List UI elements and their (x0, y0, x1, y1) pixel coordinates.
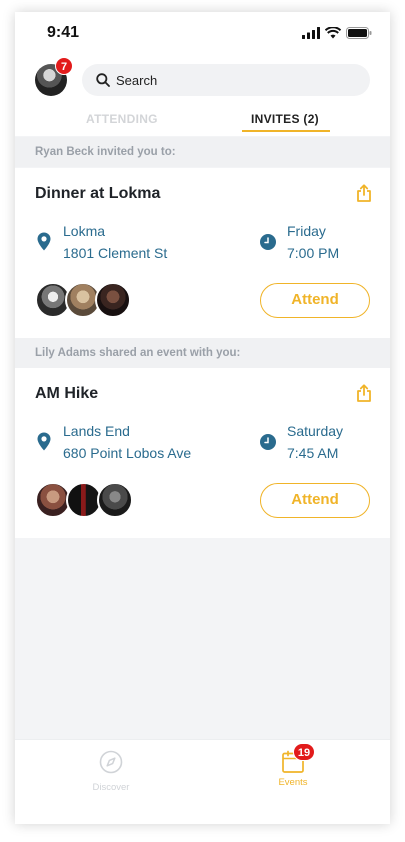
attend-button[interactable]: Attend (260, 483, 370, 518)
avatar (97, 482, 133, 518)
nav-discover-label: Discover (92, 782, 130, 793)
tab-bar: ATTENDING INVITES (2) (15, 108, 390, 136)
location-pin-icon (37, 232, 51, 251)
profile-avatar[interactable]: 7 (35, 57, 73, 96)
event-day: Saturday (287, 423, 344, 439)
header: 7 Search ATTENDING INVITES (2) (15, 56, 390, 136)
events-badge: 19 (293, 743, 315, 761)
wifi-icon (325, 27, 341, 39)
notification-badge: 7 (55, 57, 73, 75)
calendar-icon-wrap: 19 (281, 743, 315, 774)
tab-invites[interactable]: INVITES (2) (251, 112, 319, 126)
attendee-avatars[interactable] (35, 282, 175, 318)
event-day: Friday (287, 223, 326, 239)
event-address[interactable]: 680 Point Lobos Ave (63, 445, 191, 461)
attendee-avatars[interactable] (35, 482, 175, 518)
event-address[interactable]: 1801 Clement St (63, 245, 167, 261)
event-time: 7:00 PM (287, 245, 340, 261)
event-time: 7:45 AM (287, 445, 339, 461)
attend-button[interactable]: Attend (260, 283, 370, 318)
nav-events[interactable]: 19 Events (253, 743, 333, 788)
share-icon[interactable] (356, 184, 372, 202)
nav-discover[interactable]: Discover (71, 750, 151, 793)
status-icons (302, 27, 372, 39)
status-time: 9:41 (47, 24, 80, 41)
bottom-nav: Discover 19 Events (15, 739, 390, 824)
phone-screen: 9:41 7 Search ATTENDING INVITES (2) Ryan… (15, 12, 390, 824)
event-title: Dinner at Lokma (35, 185, 161, 202)
event-card[interactable]: AM Hike Lands End 680 Point Lobos Ave Sa… (15, 368, 390, 538)
compass-icon (99, 750, 123, 774)
event-venue[interactable]: Lands End (63, 423, 130, 439)
search-input[interactable]: Search (116, 73, 157, 88)
active-tab-indicator (242, 130, 330, 132)
search-bar[interactable]: Search (82, 64, 370, 96)
signal-icon (302, 27, 320, 39)
avatar (95, 282, 131, 318)
tab-attending[interactable]: ATTENDING (86, 112, 158, 126)
battery-icon (346, 27, 372, 39)
event-card[interactable]: Dinner at Lokma Lokma 1801 Clement St Fr… (15, 168, 390, 338)
clock-icon (260, 234, 276, 250)
clock-icon (260, 434, 276, 450)
nav-events-label: Events (278, 777, 308, 788)
status-bar: 9:41 (15, 12, 390, 56)
share-label: Lily Adams shared an event with you: (15, 338, 390, 368)
share-icon[interactable] (356, 384, 372, 402)
location-pin-icon (37, 432, 51, 451)
search-icon (96, 73, 110, 87)
event-venue[interactable]: Lokma (63, 223, 105, 239)
event-title: AM Hike (35, 385, 99, 402)
invite-label: Ryan Beck invited you to: (15, 137, 390, 167)
